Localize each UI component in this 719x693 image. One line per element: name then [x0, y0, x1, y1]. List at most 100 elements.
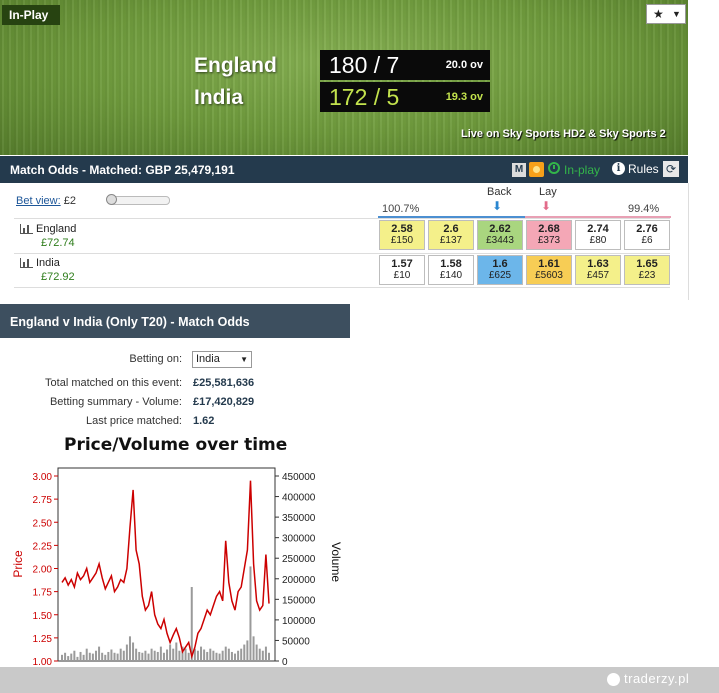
best-lay-cell[interactable]: 1.61 £5603 [526, 255, 572, 285]
volume-bar [240, 648, 243, 661]
y-tick-label: 3.00 [33, 472, 53, 483]
team-1-scorebox: 180 / 7 20.0 ov [320, 50, 490, 80]
volume-bar [184, 648, 187, 661]
volume-bar [252, 636, 255, 661]
volume-bar [218, 653, 221, 661]
volume-bar [138, 651, 141, 661]
brand-logo-icon [607, 673, 620, 687]
runner-england: England £72.74 [20, 223, 76, 249]
row-divider [14, 218, 670, 219]
rules-link[interactable]: Rules [628, 162, 659, 176]
slider-handle[interactable] [106, 194, 117, 205]
event-title: England v India (Only T20) - Match Odds [10, 315, 250, 329]
odds-cell[interactable]: 1.58 £140 [428, 255, 474, 285]
volume-bar [156, 651, 159, 661]
betting-on-select[interactable]: India ▼ [192, 351, 252, 368]
bet-view-slider[interactable] [106, 194, 170, 205]
volume-bar [88, 652, 91, 661]
info-icon[interactable]: i [612, 162, 625, 175]
odds-price: 2.58 [391, 223, 413, 235]
cashout-icon[interactable] [529, 162, 544, 177]
team-1-overs: 20.0 ov [445, 59, 483, 71]
volume-bar [166, 649, 169, 661]
chart-icon[interactable] [20, 224, 33, 235]
team-2-scorebox: 172 / 5 19.3 ov [320, 82, 490, 112]
y2-tick-label: 250000 [282, 554, 316, 565]
volume-bar [249, 566, 252, 661]
best-lay-cell[interactable]: 2.68 £373 [526, 220, 572, 250]
volume-bar [147, 653, 150, 661]
team-2-score: 172 / 5 [329, 84, 400, 110]
volume-bar [258, 648, 261, 661]
favourite-button[interactable]: ★ ▼ [646, 4, 686, 24]
volume-bar [153, 650, 156, 661]
inplay-tab[interactable]: In-Play [2, 5, 60, 25]
inplay-status: In-play [564, 163, 601, 177]
refresh-icon[interactable]: ⟳ [663, 161, 679, 177]
chart-icon[interactable] [20, 258, 33, 269]
odds-cell[interactable]: 2.76 £6 [624, 220, 670, 250]
odds-cell[interactable]: 1.57 £10 [379, 255, 425, 285]
odds-cell[interactable]: 2.58 £150 [379, 220, 425, 250]
odds-cell[interactable]: 2.74 £80 [575, 220, 621, 250]
back-label: Back [487, 186, 512, 198]
price-volume-chart: 1.001.251.501.752.002.252.502.753.000500… [11, 467, 343, 668]
odds-size: £140 [439, 270, 463, 281]
volume-bar [94, 650, 97, 661]
odds-grid: Bet view: £2 Back ⬇ Lay ⬇ 100.7% 99.4% E… [0, 183, 689, 300]
volume-bar [206, 651, 209, 661]
volume-bar [243, 644, 246, 661]
runner-india: India £72.92 [20, 257, 75, 283]
last-price-label: Last price matched: [86, 415, 182, 427]
odds-size: £6 [641, 235, 653, 246]
odds-price: 1.63 [587, 258, 609, 270]
volume-bar [85, 648, 88, 661]
y2-axis-title: Volume [329, 542, 343, 582]
volume-bar [224, 646, 227, 661]
volume-bar [178, 650, 181, 661]
volume-bar [91, 653, 94, 661]
y2-tick-label: 100000 [282, 616, 316, 627]
volume-bar [76, 656, 79, 661]
back-arrow-icon: ⬇ [492, 199, 503, 213]
volume-bar [107, 651, 110, 661]
volume-bar [79, 651, 82, 661]
y-tick-label: 2.00 [33, 565, 53, 576]
odds-cell[interactable]: 1.63 £457 [575, 255, 621, 285]
team-1-score: 180 / 7 [329, 52, 400, 78]
volume-bar [209, 648, 212, 661]
betting-on-label: Betting on: [129, 353, 182, 365]
y-tick-label: 2.25 [33, 541, 53, 552]
best-back-cell[interactable]: 2.62 £3443 [477, 220, 523, 250]
y2-tick-label: 450000 [282, 472, 316, 483]
row-divider [14, 287, 670, 288]
volume-bar [196, 650, 199, 661]
bet-view-value: £2 [63, 195, 76, 207]
y2-tick-label: 400000 [282, 493, 316, 504]
volume-bar [255, 644, 258, 661]
volume-bar [98, 646, 101, 661]
volume-bar [101, 652, 104, 661]
y2-tick-label: 150000 [282, 595, 316, 606]
betting-summary-value: £17,420,829 [193, 396, 255, 408]
star-icon: ★ [653, 7, 664, 21]
match-odds-header: Match Odds - Matched: GBP 25,479,191 M I… [0, 156, 688, 183]
volume-bar [162, 652, 165, 661]
bet-view-label[interactable]: Bet view: [16, 195, 61, 207]
team-1-name: England [194, 54, 277, 77]
odds-size: £137 [439, 235, 463, 246]
team-2-overs: 19.3 ov [445, 91, 483, 103]
odds-price: 2.74 [587, 223, 609, 235]
odds-size: £457 [586, 270, 610, 281]
volume-bar [73, 650, 76, 661]
odds-price: 2.68 [538, 223, 560, 235]
volume-bar [110, 649, 113, 661]
best-back-cell[interactable]: 1.6 £625 [477, 255, 523, 285]
multiples-icon[interactable]: M [512, 163, 526, 177]
odds-price: 2.62 [489, 223, 511, 235]
odds-cell[interactable]: 2.6 £137 [428, 220, 474, 250]
odds-size: £150 [390, 235, 414, 246]
lay-arrow-icon: ⬇ [541, 199, 552, 213]
odds-size: £5603 [535, 270, 563, 281]
odds-cell[interactable]: 1.65 £23 [624, 255, 670, 285]
